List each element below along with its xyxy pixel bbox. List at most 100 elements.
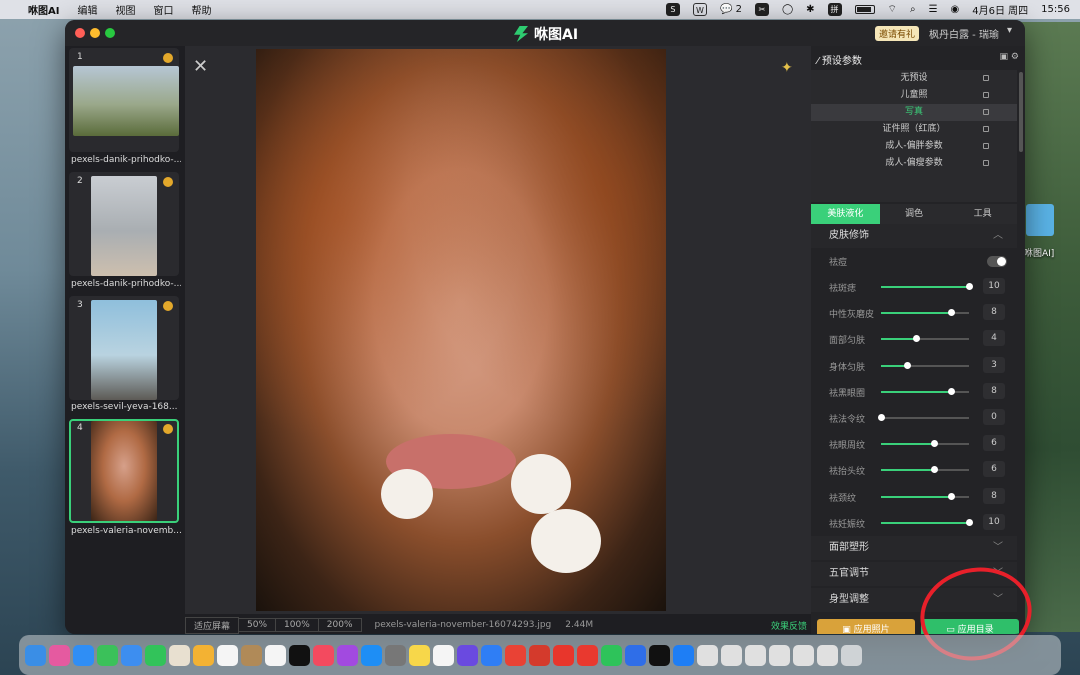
slider-track[interactable] [881,387,969,395]
preset-item[interactable]: 无预设 [811,70,1017,87]
freeform-icon[interactable] [433,644,454,666]
tab-tools[interactable]: 工具 [948,204,1017,224]
zoom-icon[interactable] [673,644,694,666]
podcasts-icon[interactable] [337,644,358,666]
slider-knob[interactable] [966,518,973,526]
settings-icon[interactable]: ⚙ [1011,52,1019,62]
slider-track[interactable] [881,466,969,474]
preset-item[interactable]: 儿童照 [811,87,1017,104]
capcut-status-icon[interactable]: ✂ [754,3,769,16]
tab-color[interactable]: 调色 [880,204,949,224]
document-icon[interactable] [793,644,814,666]
document-icon[interactable] [721,644,742,666]
chat-status-icon[interactable]: ◯ [782,4,793,15]
lark-icon[interactable] [481,644,502,666]
maximize-window-button[interactable] [105,28,115,38]
slider-value-input[interactable]: 10 [983,278,1005,294]
save-icon[interactable]: ▣ [1000,52,1009,62]
close-icon[interactable]: ✕ [193,58,211,76]
close-window-button[interactable] [75,28,85,38]
control-center-icon[interactable]: ☰ [929,4,938,15]
slider-value-input[interactable]: 8 [983,382,1005,399]
slider-track[interactable] [881,309,969,317]
slider-knob[interactable] [930,440,938,448]
menu-app-name[interactable]: 咻图AI [28,2,59,17]
tab-skin-liquify[interactable]: 美肤液化 [811,204,880,224]
siri-icon[interactable]: ◉ [951,4,960,15]
slider-track[interactable] [881,440,969,448]
reminders-icon[interactable] [265,644,286,666]
slider-knob[interactable] [966,283,973,290]
mail-icon[interactable] [121,644,142,666]
slider-value-input[interactable]: 8 [983,487,1005,504]
launchpad-icon[interactable] [49,644,70,666]
zoom-100-button[interactable]: 100% [275,618,319,632]
photos-icon[interactable] [193,644,214,666]
thumbnail-item-selected[interactable]: 4 [69,419,179,523]
preset-scrollbar[interactable] [1019,72,1023,152]
zoom-50-button[interactable]: 50% [238,618,277,632]
wifi-icon[interactable]: ⌔ [888,3,897,16]
wps-icon[interactable] [529,644,550,666]
system-settings-icon[interactable] [385,644,406,666]
app-icon[interactable] [577,644,598,666]
feedback-link[interactable]: 效果反馈 [771,619,807,632]
document-icon[interactable] [745,644,766,666]
wechat-status-icon[interactable]: 💬 2 [720,4,742,15]
contacts-icon[interactable] [241,644,262,666]
acne-toggle[interactable] [987,256,1007,267]
minimize-window-button[interactable] [90,28,100,38]
facetime-icon[interactable] [145,644,166,666]
preset-item[interactable]: 成人-偏瘦参数 [811,155,1017,172]
chevron-down-icon[interactable]: ▾ [1007,25,1012,36]
desktop-folder-icon[interactable] [1026,204,1054,236]
section-skin[interactable]: 皮肤修饰 ︿ [811,224,1017,248]
document-icon[interactable] [817,644,838,666]
apply-photo-button[interactable]: ▣ 应用照片 [817,619,915,634]
calendar-icon[interactable] [217,644,238,666]
input-method-icon[interactable]: 拼 [827,3,842,16]
menu-view[interactable]: 视图 [115,2,135,17]
slider-value-input[interactable]: 4 [983,330,1005,347]
thumbnail-item[interactable]: 3 [69,296,179,400]
slider-value-input[interactable]: 10 [983,513,1005,530]
slider-value-input[interactable]: 8 [983,304,1005,321]
preset-item-active[interactable]: 写真 [811,104,1017,121]
menu-window[interactable]: 窗口 [153,2,173,17]
slider-knob[interactable] [948,492,956,500]
image-canvas[interactable]: ✕ ✦ [185,46,811,614]
zoom-200-button[interactable]: 200% [317,618,362,632]
slider-track[interactable] [881,492,969,500]
slider-track[interactable] [878,414,969,421]
transfer-icon[interactable] [625,644,646,666]
slider-track[interactable] [881,335,969,343]
section-face[interactable]: 面部塑形 ﹀ [811,536,1017,560]
slider-track[interactable] [881,361,969,369]
app-store-icon[interactable] [361,644,382,666]
apple-tv-icon[interactable] [289,644,310,666]
slider-value-input[interactable]: 6 [983,435,1005,452]
bluetooth-icon[interactable]: ✱ [806,4,814,15]
slider-knob[interactable] [878,414,885,421]
slider-knob[interactable] [930,466,938,474]
preset-item[interactable]: 证件照（红底） [811,121,1017,138]
slider-track[interactable] [881,283,973,290]
music-icon[interactable] [313,644,334,666]
battery-icon[interactable] [854,5,875,14]
document-icon[interactable] [697,644,718,666]
slider-track[interactable] [881,518,973,526]
finder-icon[interactable] [25,644,46,666]
fit-screen-button[interactable]: 适应屏幕 [185,616,240,634]
document-icon[interactable] [769,644,790,666]
preset-item[interactable]: 成人-偏胖参数 [811,138,1017,155]
w-status-icon[interactable]: W [692,3,707,16]
chrome-icon[interactable] [505,644,526,666]
shortcuts-icon[interactable] [457,644,478,666]
thumbnail-item[interactable]: 1 [69,48,179,152]
xiutu-icon[interactable] [649,644,670,666]
time[interactable]: 15:56 [1041,4,1070,15]
slider-knob[interactable] [948,387,956,395]
invite-button[interactable]: 邀请有礼 [875,26,920,41]
maps-icon[interactable] [169,644,190,666]
magic-wand-icon[interactable]: ✦ [781,60,793,76]
